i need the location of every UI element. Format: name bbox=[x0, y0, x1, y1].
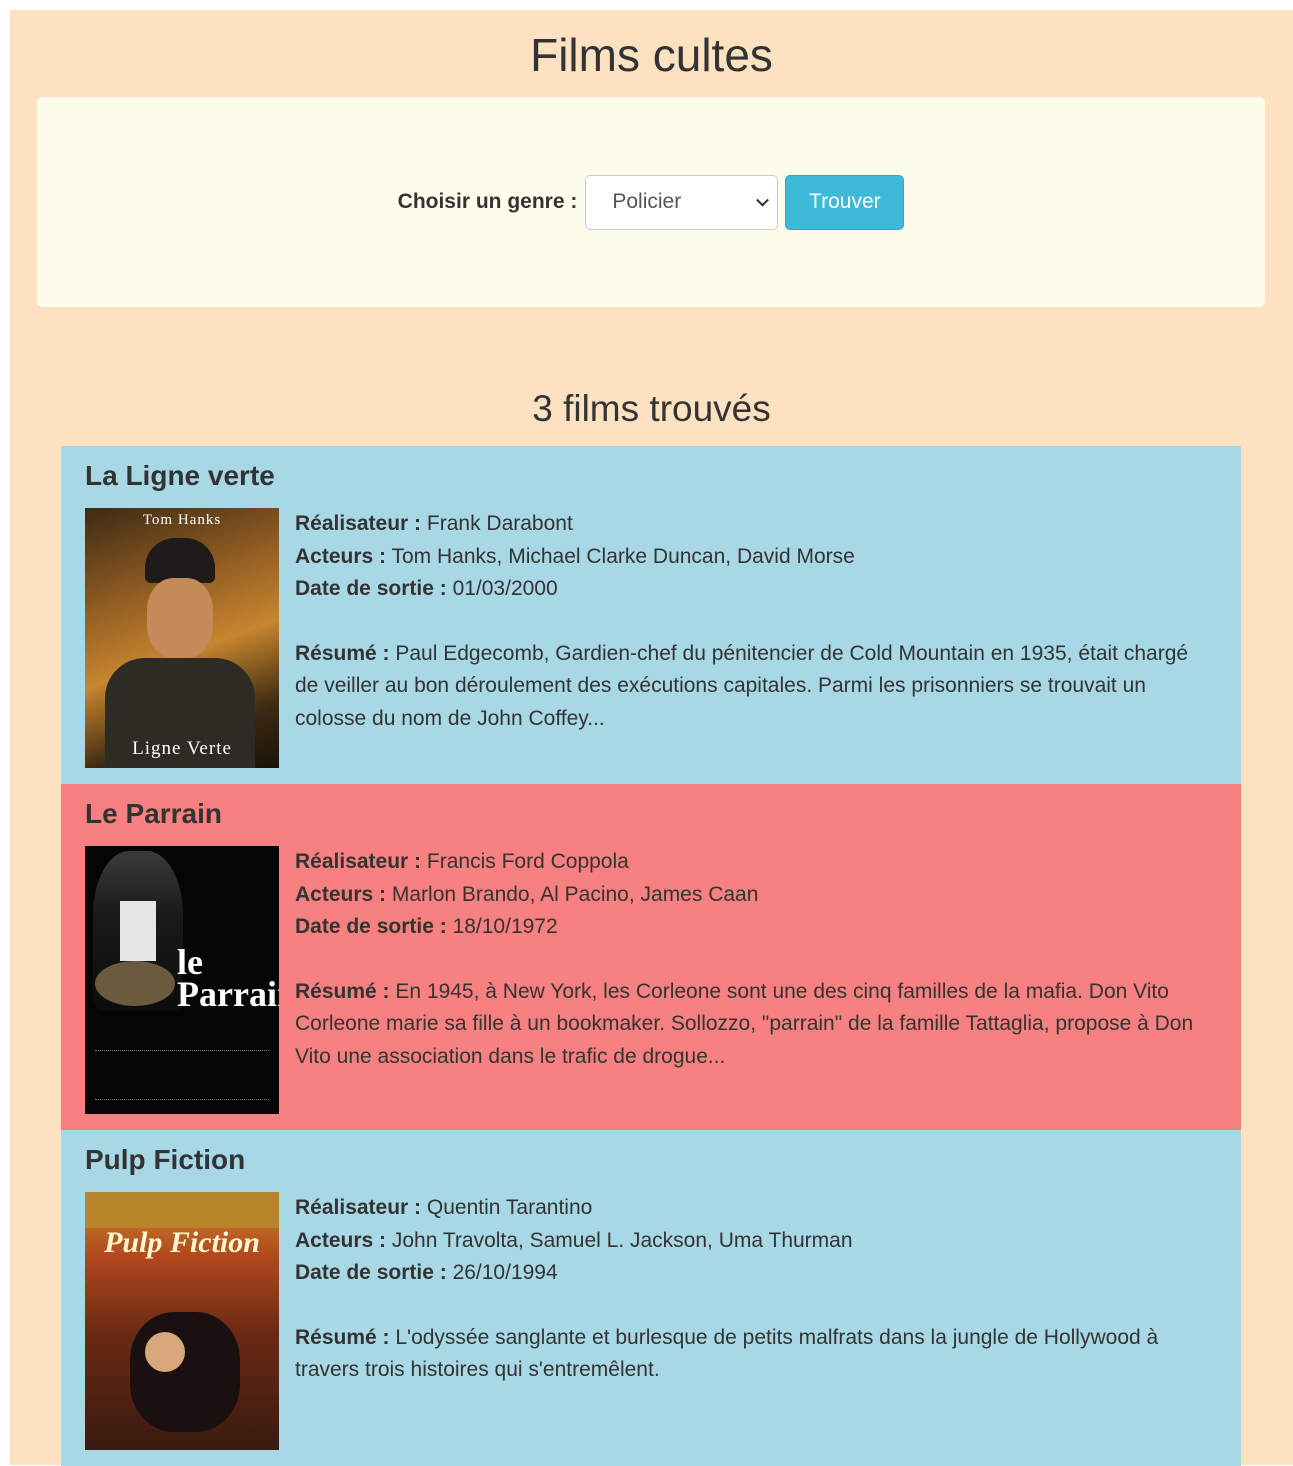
movie-body: Tom Hanks Ligne Verte Réalisateur : Fran… bbox=[85, 508, 1217, 768]
actors-line: Acteurs : Tom Hanks, Michael Clarke Dunc… bbox=[295, 541, 1217, 574]
genre-label: Choisir un genre : bbox=[397, 190, 578, 213]
director-value: Frank Darabont bbox=[426, 512, 573, 535]
actors-value: Tom Hanks, Michael Clarke Duncan, David … bbox=[391, 544, 855, 568]
search-form: Choisir un genre : Policier Trouver bbox=[397, 174, 905, 230]
chevron-down-icon bbox=[756, 193, 770, 207]
poster-face-shape bbox=[147, 578, 213, 658]
movie-body: le Parrain Réalisateur : Francis Ford Co… bbox=[85, 846, 1217, 1114]
movie-details: Réalisateur : Frank Darabont Acteurs : T… bbox=[295, 508, 1217, 768]
poster-shirt-shape bbox=[120, 901, 156, 961]
movie-title: Pulp Fiction bbox=[85, 1144, 246, 1175]
actors-label: Acteurs : bbox=[295, 1228, 387, 1252]
summary-value: Paul Edgecomb, Gardien-chef du pénitenci… bbox=[295, 641, 1189, 730]
page: Films cultes Choisir un genre : Policier… bbox=[10, 10, 1293, 1466]
summary-line: Résumé : L'odyssée sanglante et burlesqu… bbox=[295, 1322, 1217, 1387]
poster-title-text: Pulp Fiction bbox=[104, 1226, 260, 1259]
actors-line: Acteurs : John Travolta, Samuel L. Jacks… bbox=[295, 1225, 1217, 1258]
release-value: 01/03/2000 bbox=[452, 577, 558, 600]
poster-figure-shape bbox=[130, 1312, 240, 1432]
movie-details: Réalisateur : Quentin Tarantino Acteurs … bbox=[295, 1192, 1217, 1450]
actors-line: Acteurs : Marlon Brando, Al Pacino, Jame… bbox=[295, 879, 1217, 912]
director-value: Quentin Tarantino bbox=[426, 1196, 593, 1219]
actors-value: Marlon Brando, Al Pacino, James Caan bbox=[391, 882, 759, 906]
release-value: 26/10/1994 bbox=[452, 1261, 558, 1284]
movie-card: La Ligne verte Tom Hanks Ligne Verte Réa… bbox=[61, 446, 1241, 784]
movie-title: La Ligne verte bbox=[85, 460, 275, 491]
actors-label: Acteurs : bbox=[295, 882, 387, 906]
director-line: Réalisateur : Frank Darabont bbox=[295, 508, 1217, 541]
director-line: Réalisateur : Francis Ford Coppola bbox=[295, 846, 1217, 879]
poster-credits bbox=[95, 1050, 269, 1100]
release-label: Date de sortie : bbox=[295, 1261, 447, 1284]
actors-value: John Travolta, Samuel L. Jackson, Uma Th… bbox=[391, 1228, 853, 1252]
poster-face-shape bbox=[145, 1332, 185, 1372]
find-button[interactable]: Trouver bbox=[785, 174, 905, 230]
movie-body: Pulp Fiction Réalisateur : Quentin Taran… bbox=[85, 1192, 1217, 1450]
poster-cat-shape bbox=[95, 961, 175, 1006]
movie-details: Réalisateur : Francis Ford Coppola Acteu… bbox=[295, 846, 1217, 1114]
director-value: Francis Ford Coppola bbox=[426, 850, 629, 873]
poster-title-text: Ligne Verte bbox=[132, 738, 232, 759]
movie-title: Le Parrain bbox=[85, 798, 222, 829]
movie-poster: Tom Hanks Ligne Verte bbox=[85, 508, 279, 768]
poster-cap-shape bbox=[145, 538, 215, 583]
release-label: Date de sortie : bbox=[295, 915, 447, 938]
search-panel: Choisir un genre : Policier Trouver bbox=[37, 97, 1265, 307]
summary-line: Résumé : En 1945, à New York, les Corleo… bbox=[295, 976, 1217, 1074]
director-label: Réalisateur : bbox=[295, 512, 422, 535]
movie-card: Pulp Fiction Pulp Fiction Réalisateur : … bbox=[61, 1130, 1241, 1466]
movie-poster: Pulp Fiction bbox=[85, 1192, 279, 1450]
genre-select-value: Policier bbox=[612, 190, 682, 213]
release-line: Date de sortie : 18/10/1972 bbox=[295, 911, 1217, 944]
results-count: 3 films trouvés bbox=[532, 388, 771, 429]
actors-label: Acteurs : bbox=[295, 544, 387, 568]
director-line: Réalisateur : Quentin Tarantino bbox=[295, 1192, 1217, 1225]
summary-label: Résumé : bbox=[295, 1325, 390, 1349]
summary-value: En 1945, à New York, les Corleone sont u… bbox=[295, 979, 1194, 1068]
movie-poster: le Parrain bbox=[85, 846, 279, 1114]
poster-actor-text: Tom Hanks bbox=[142, 512, 222, 528]
director-label: Réalisateur : bbox=[295, 850, 422, 873]
movie-card: Le Parrain le Parrain Réalisateur : Fran… bbox=[61, 784, 1241, 1130]
genre-select[interactable]: Policier bbox=[585, 174, 779, 230]
summary-line: Résumé : Paul Edgecomb, Gardien-chef du … bbox=[295, 638, 1217, 736]
release-line: Date de sortie : 01/03/2000 bbox=[295, 573, 1217, 606]
summary-value: L'odyssée sanglante et burlesque de peti… bbox=[295, 1325, 1159, 1382]
movie-list: La Ligne verte Tom Hanks Ligne Verte Réa… bbox=[61, 446, 1241, 1466]
page-title: Films cultes bbox=[530, 29, 773, 81]
release-label: Date de sortie : bbox=[295, 577, 447, 600]
director-label: Réalisateur : bbox=[295, 1196, 422, 1219]
summary-label: Résumé : bbox=[295, 979, 390, 1003]
poster-banner-shape bbox=[85, 1192, 279, 1228]
release-value: 18/10/1972 bbox=[452, 915, 558, 938]
release-line: Date de sortie : 26/10/1994 bbox=[295, 1257, 1217, 1290]
summary-label: Résumé : bbox=[295, 641, 390, 665]
poster-title-text: le Parrain bbox=[177, 942, 279, 1014]
